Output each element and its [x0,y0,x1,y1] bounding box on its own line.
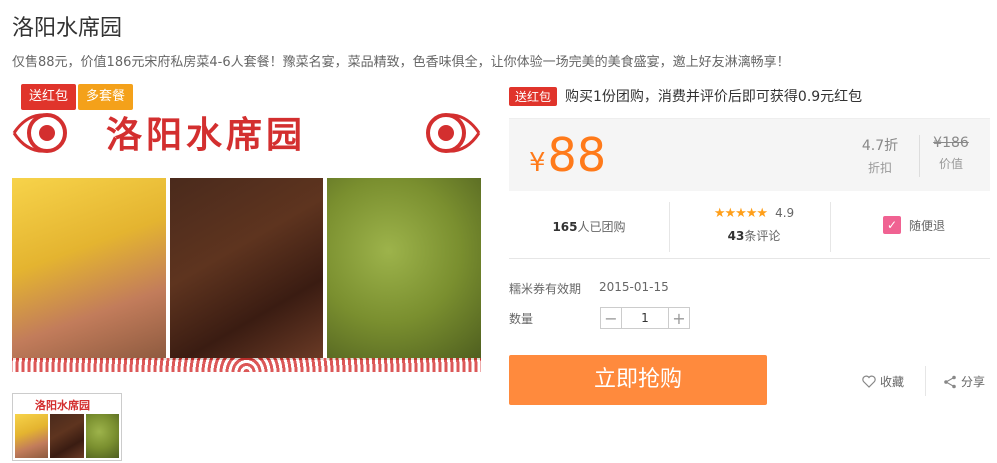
ornament-right-icon [426,113,481,153]
ornament-left-icon [12,113,67,153]
promo-text: 购买1份团购，消费并评价后即可获得0.9元红包 [565,89,863,105]
deal-subtitle: 仅售88元，价值186元宋府私房菜4-6人套餐！豫菜名宴，菜品精致，色香味俱全，… [12,55,790,70]
promo-badge: 送红包 [509,86,558,106]
dish-photo-eggplant [169,178,324,360]
sold-label: 人已团购 [577,220,626,234]
price-divider [919,135,920,177]
promo-line: 送红包 购买1份团购，消费并评价后即可获得0.9元红包 [509,86,862,106]
favorite-label: 收藏 [880,375,905,389]
quantity-stepper: − 1 + [600,307,690,329]
thumbnail-title: 洛阳水席园 [35,399,90,412]
share-button[interactable]: 分享 [943,373,985,390]
dish-photo-flower [12,178,166,360]
original-price-label: 价值 [938,157,963,171]
deal-stats: 165人已团购 ★★★★★ 4.9 43条评论 ✓ 随便退 [509,196,990,259]
discount-value: 4.7折 [861,138,899,154]
currency-symbol: ¥ [529,148,546,178]
tag-red-packet: 送红包 [21,84,77,110]
refund-label: 随便退 [908,218,945,233]
page-title: 洛阳水席园 [12,16,123,41]
sold-count: 165人已团购 [509,218,669,235]
minus-button[interactable]: − [601,308,621,328]
discount-label: 折扣 [867,161,892,175]
sold-number: 165 [552,220,578,234]
dish-photo-green-cubes [327,178,481,360]
validity-label: 糯米券有效期 [509,282,582,296]
buy-now-button[interactable]: 立即抢购 [509,355,767,405]
stats-divider [830,202,831,252]
quantity-label: 数量 [509,312,534,326]
wave-decoration [12,358,481,372]
review-count: 43 [727,229,745,243]
refund-policy[interactable]: ✓ 随便退 [839,216,989,234]
validity-date: 2015-01-15 [599,280,669,294]
rating-value: 4.9 [775,206,795,220]
thumbnail-photos [15,414,119,458]
stats-divider [669,202,670,252]
star-rating-icon: ★★★★★ [713,206,768,221]
plus-button[interactable]: + [669,308,689,328]
original-price-value: ¥186 [933,135,969,151]
rating-block[interactable]: ★★★★★ 4.9 43条评论 [674,206,834,244]
original-price-info: ¥186 价值 [929,135,973,172]
shield-check-icon: ✓ [882,216,901,234]
action-divider [925,366,926,396]
thumbnail-photo [50,414,84,458]
image-thumbnail[interactable]: 洛阳水席园 [12,393,122,461]
banner-title: 洛阳水席园 [106,114,307,156]
share-label: 分享 [961,375,986,389]
price-box: ¥88 4.7折 折扣 ¥186 价值 [509,118,990,191]
thumbnail-photo [15,414,49,458]
validity-row: 糯米券有效期 2015-01-15 [509,280,669,297]
favorite-button[interactable]: 收藏 [862,373,904,390]
discount-info: 4.7折 折扣 [852,135,908,176]
share-icon [944,375,956,388]
price-value: 88 [547,128,607,182]
heart-icon [862,375,876,388]
dish-photos [12,178,481,360]
deal-main-image: 洛阳水席园 [12,82,481,372]
thumbnail-photo [85,414,119,458]
quantity-input[interactable]: 1 [621,308,669,328]
tag-multi-package: 多套餐 [78,84,134,110]
review-label: 条评论 [744,229,781,243]
current-price: ¥88 [529,129,606,189]
